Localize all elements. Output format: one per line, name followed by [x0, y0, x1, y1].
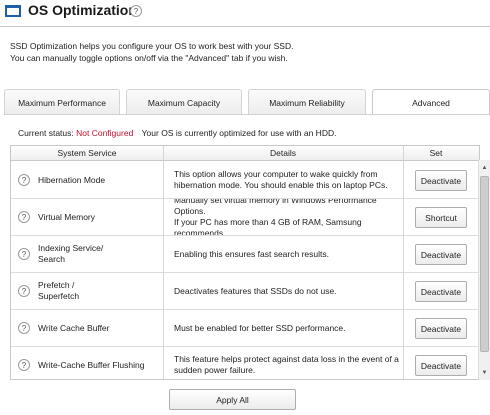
tab-bar: Maximum Performance Maximum Capacity Max… — [4, 89, 490, 115]
page-title: OS Optimization — [28, 2, 137, 18]
help-icon[interactable]: ? — [130, 5, 142, 17]
service-name: Virtual Memory — [38, 211, 95, 222]
service-name: Write Cache Buffer — [38, 322, 110, 333]
deactivate-cache-flushing-button[interactable]: Deactivate — [415, 355, 467, 376]
tab-maximum-capacity[interactable]: Maximum Capacity — [126, 89, 242, 115]
column-header-details: Details — [270, 148, 296, 158]
tab-maximum-performance[interactable]: Maximum Performance — [4, 89, 120, 115]
table-row: ? Hibernation Mode This option allows yo… — [11, 162, 479, 199]
help-icon[interactable]: ? — [18, 211, 30, 223]
service-details: Enabling this ensures fast search result… — [174, 248, 329, 259]
scroll-up-arrow-icon[interactable]: ▲ — [479, 162, 490, 173]
tabs-divider — [4, 114, 490, 115]
service-details: Must be enabled for better SSD performan… — [174, 322, 346, 333]
description-line-2: You can manually toggle options on/off v… — [10, 53, 288, 63]
table-header: System Service Details Set — [11, 146, 479, 161]
table-scrollbar[interactable]: ▲ ▼ — [478, 160, 490, 380]
help-icon[interactable]: ? — [18, 174, 30, 186]
deactivate-hibernation-button[interactable]: Deactivate — [415, 170, 467, 191]
table-row: ? Write-Cache Buffer Flushing This featu… — [11, 347, 479, 379]
deactivate-indexing-button[interactable]: Deactivate — [415, 244, 467, 265]
table-row: ? Prefetch / Superfetch Deactivates feat… — [11, 273, 479, 310]
header-divider — [0, 26, 490, 27]
service-name: Hibernation Mode — [38, 174, 106, 185]
help-icon[interactable]: ? — [18, 248, 30, 260]
service-name: Indexing Service/ Search — [38, 243, 104, 264]
table-row: ? Write Cache Buffer Must be enabled for… — [11, 310, 479, 347]
service-name: Prefetch / Superfetch — [38, 280, 80, 301]
help-icon[interactable]: ? — [18, 285, 30, 297]
description-line-1: SSD Optimization helps you configure you… — [10, 41, 294, 51]
help-icon[interactable]: ? — [18, 322, 30, 334]
scroll-down-arrow-icon[interactable]: ▼ — [479, 367, 490, 378]
header: OS Optimization ? — [0, 0, 490, 24]
service-details: Deactivates features that SSDs do not us… — [174, 285, 337, 296]
service-details: This option allows your computer to wake… — [174, 169, 388, 190]
help-icon[interactable]: ? — [18, 359, 30, 371]
service-details: This feature helps protect against data … — [174, 354, 399, 375]
shortcut-virtual-memory-button[interactable]: Shortcut — [415, 207, 467, 228]
table-row: ? Indexing Service/ Search Enabling this… — [11, 236, 479, 273]
window-icon — [5, 5, 21, 17]
column-header-set: Set — [429, 148, 443, 158]
tab-maximum-reliability[interactable]: Maximum Reliability — [248, 89, 366, 115]
status-prefix: Current status: — [18, 128, 74, 138]
services-table: System Service Details Set ? Hibernation… — [10, 145, 480, 380]
table-row: ? Virtual Memory Manually set virtual me… — [11, 199, 479, 236]
column-header-service: System Service — [57, 148, 117, 158]
tab-advanced[interactable]: Advanced — [372, 89, 490, 115]
status-message: Your OS is currently optimized for use w… — [141, 128, 337, 138]
service-details: Manually set virtual memory in Windows P… — [174, 199, 377, 235]
apply-all-button[interactable]: Apply All — [169, 389, 296, 410]
status-line: Current status: Not Configured Your OS i… — [18, 128, 336, 138]
service-name: Write-Cache Buffer Flushing — [38, 359, 145, 370]
deactivate-write-cache-button[interactable]: Deactivate — [415, 318, 467, 339]
deactivate-prefetch-button[interactable]: Deactivate — [415, 281, 467, 302]
description: SSD Optimization helps you configure you… — [10, 40, 293, 64]
status-value: Not Configured — [76, 128, 134, 138]
scroll-thumb[interactable] — [480, 176, 489, 352]
